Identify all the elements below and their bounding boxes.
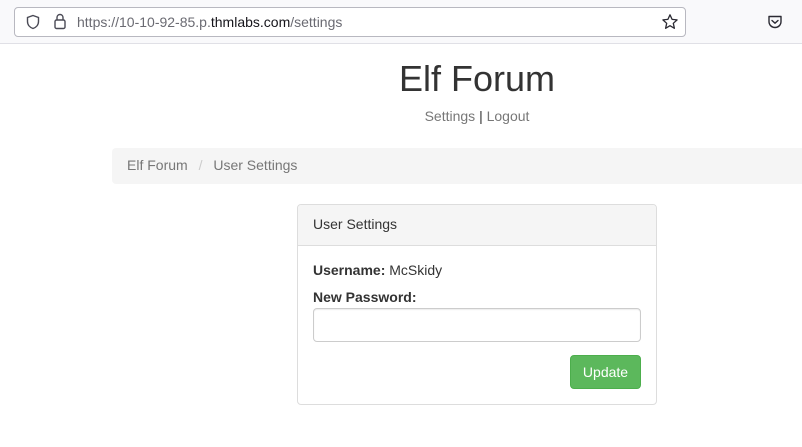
shield-icon[interactable] [25, 14, 41, 30]
url-prefix: https://10-10-92-85.p. [77, 14, 211, 30]
user-settings-panel: User Settings Username: McSkidy New Pass… [297, 204, 657, 405]
site-nav: Settings | Logout [0, 107, 802, 125]
username-row: Username: McSkidy [313, 261, 442, 279]
pocket-icon[interactable] [767, 14, 783, 30]
breadcrumb-item-home[interactable]: Elf Forum [127, 157, 188, 173]
breadcrumb-item-current: User Settings [213, 157, 298, 173]
nav-separator: | [479, 108, 483, 124]
url-text[interactable]: https://10-10-92-85.p.thmlabs.com/settin… [77, 14, 342, 31]
username-value: McSkidy [389, 262, 443, 278]
site-title: Elf Forum [398, 58, 556, 99]
address-bar[interactable]: https://10-10-92-85.p.thmlabs.com/settin… [14, 7, 686, 37]
url-domain: thmlabs.com [210, 14, 291, 30]
browser-toolbar: https://10-10-92-85.p.thmlabs.com/settin… [0, 0, 802, 44]
breadcrumb-separator: / [198, 157, 203, 173]
breadcrumb: Elf Forum / User Settings [112, 148, 802, 184]
panel-body: Username: McSkidy New Password: Update [298, 246, 656, 389]
settings-link[interactable]: Settings [425, 108, 476, 124]
new-password-label: New Password: [313, 289, 417, 305]
username-label: Username: [313, 262, 386, 278]
logout-link[interactable]: Logout [487, 108, 530, 124]
url-path: /settings [290, 14, 343, 30]
lock-icon[interactable] [53, 13, 67, 30]
update-button[interactable]: Update [570, 355, 641, 389]
panel-heading: User Settings [298, 205, 656, 246]
star-icon[interactable] [661, 13, 679, 31]
new-password-input[interactable] [313, 308, 641, 342]
